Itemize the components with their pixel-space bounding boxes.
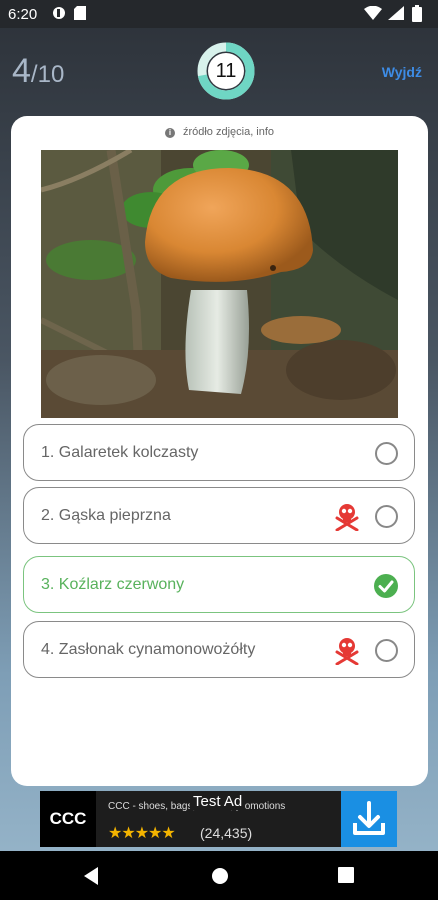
- rating-count: (24,435): [200, 825, 253, 841]
- answer-label: 2. Gąska pieprzna: [41, 507, 171, 524]
- ad-logo: CCC: [40, 791, 96, 847]
- ad-banner[interactable]: CCC CCC - shoes, bags, fashion, promotio…: [40, 791, 397, 847]
- timer-value: 11: [215, 60, 237, 82]
- question-card: i źródło zdjęcia, info 1. Galaretek kolc…: [11, 116, 428, 786]
- notification-icon: [53, 7, 65, 19]
- exit-button[interactable]: Wyjdź: [382, 64, 422, 80]
- status-bar: 6:20: [0, 0, 438, 28]
- home-icon[interactable]: [210, 866, 230, 886]
- download-button[interactable]: [341, 791, 397, 847]
- check-icon: [374, 574, 398, 598]
- radio-button[interactable]: [375, 639, 398, 662]
- mushroom-image: [41, 150, 398, 418]
- skull-crossbones-icon: [335, 504, 359, 531]
- status-time: 6:20: [8, 6, 38, 23]
- answer-label: 4. Zasłonak cynamonowożółty: [41, 641, 256, 658]
- info-icon: i: [164, 128, 175, 138]
- battery-icon: [412, 5, 422, 22]
- test-ad-badge: Test Ad: [190, 793, 246, 810]
- countdown-timer: 11: [197, 42, 255, 100]
- signal-icon: [388, 6, 404, 20]
- question-counter: 4/10: [12, 52, 64, 91]
- photo-source-label: źródło zdjęcia, info: [182, 126, 275, 138]
- navigation-bar: [0, 851, 438, 900]
- answer-label: 3. Koźlarz czerwony: [41, 576, 185, 593]
- radio-button[interactable]: [375, 505, 398, 528]
- answer-option-3[interactable]: 3. Koźlarz czerwony: [23, 556, 415, 613]
- total-questions: /10: [30, 61, 65, 88]
- mushroom-photo: [41, 150, 398, 418]
- wifi-icon: [364, 6, 382, 20]
- radio-button[interactable]: [375, 442, 398, 465]
- star-rating-icon: ★★★★★: [108, 825, 176, 842]
- download-icon: [353, 801, 385, 835]
- answer-option-1[interactable]: 1. Galaretek kolczasty: [23, 424, 415, 481]
- answer-label: 1. Galaretek kolczasty: [41, 444, 199, 461]
- back-icon[interactable]: [82, 866, 100, 886]
- sd-card-icon: [74, 6, 86, 20]
- current-question: 4: [12, 52, 31, 90]
- skull-crossbones-icon: [335, 638, 359, 665]
- photo-source-link[interactable]: i źródło zdjęcia, info: [11, 126, 428, 138]
- recents-icon[interactable]: [337, 866, 355, 884]
- quiz-screen: 6:20 4/10 11 Wyjdź i źródło zdjęcia, info: [0, 0, 438, 900]
- answer-option-4[interactable]: 4. Zasłonak cynamonowożółty: [23, 621, 415, 678]
- answer-option-2[interactable]: 2. Gąska pieprzna: [23, 487, 415, 544]
